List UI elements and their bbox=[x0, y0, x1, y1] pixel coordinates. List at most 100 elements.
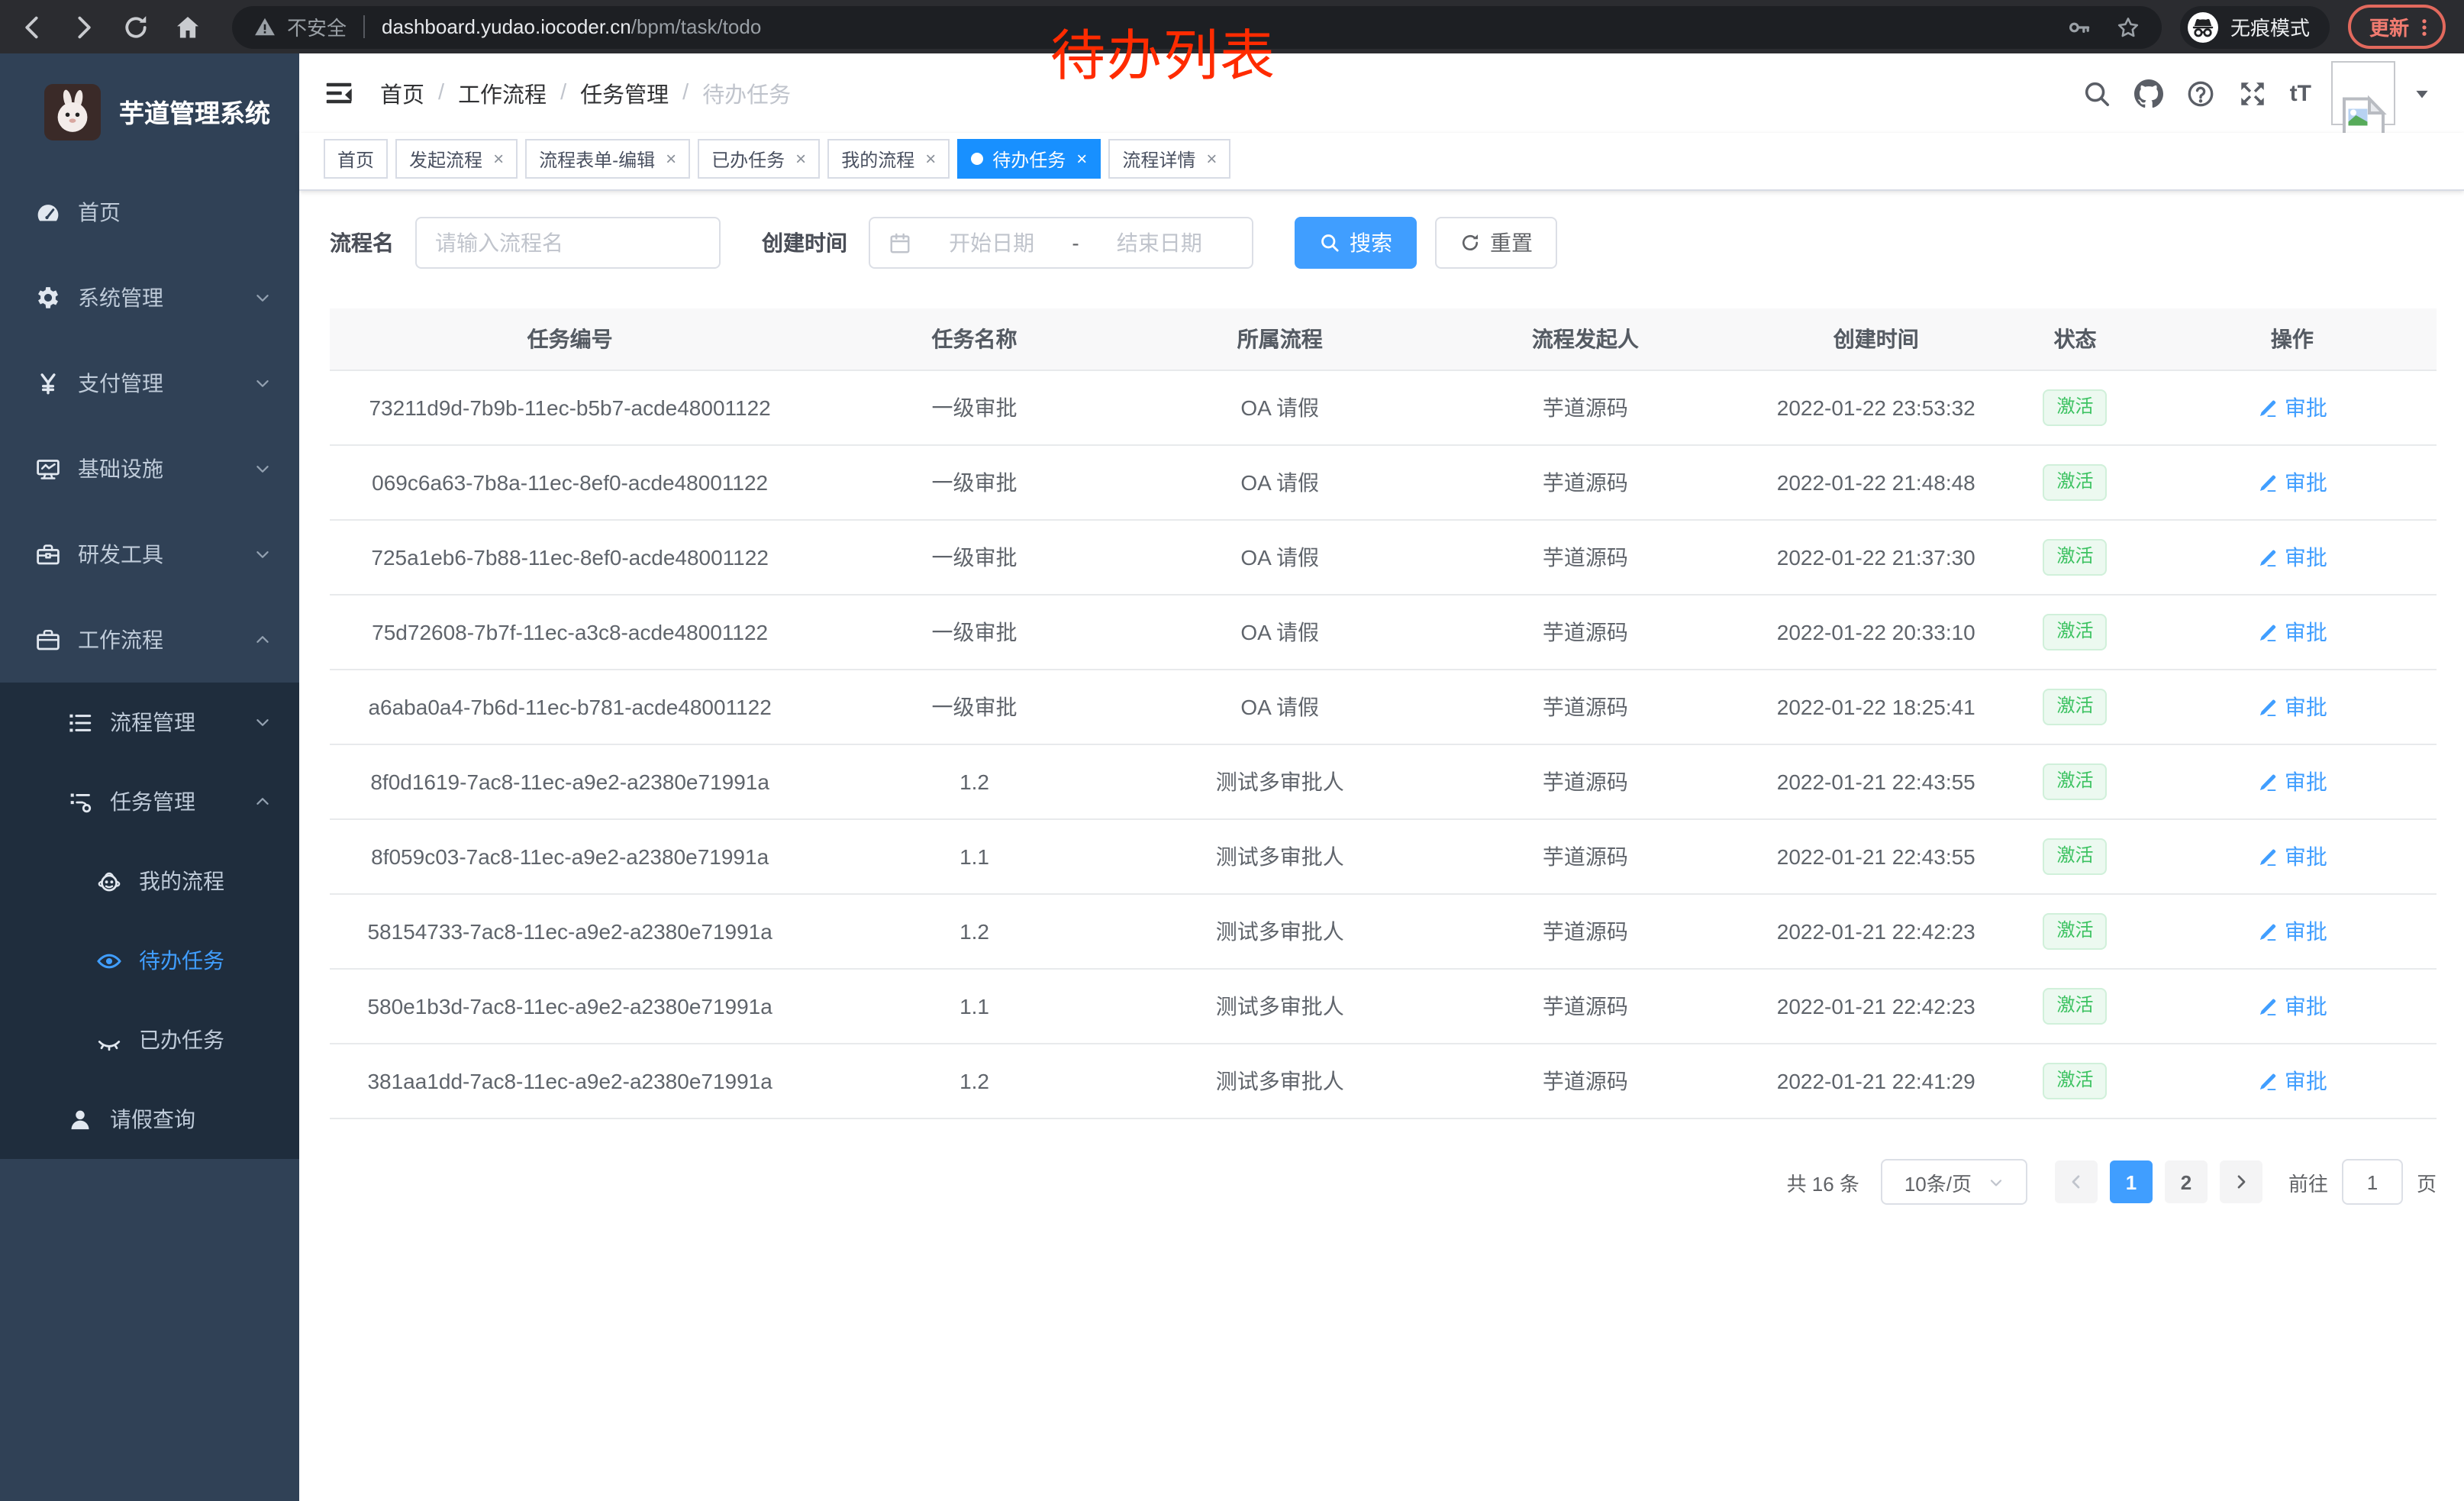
status-cell: 激活 bbox=[2002, 670, 2147, 744]
sidebar-item[interactable]: 任务管理 bbox=[0, 762, 299, 841]
tab[interactable]: 首页 bbox=[324, 139, 388, 179]
star-icon[interactable] bbox=[2116, 15, 2140, 39]
sidebar-item[interactable]: 请假查询 bbox=[0, 1080, 299, 1159]
approve-link[interactable]: 审批 bbox=[2257, 991, 2327, 1022]
logo[interactable]: 芋道管理系统 bbox=[0, 53, 299, 169]
task-id-cell: 580e1b3d-7ac8-11ec-a9e2-a2380e71991a bbox=[330, 969, 810, 1044]
task-name-cell: 一级审批 bbox=[810, 670, 1139, 744]
tab[interactable]: 我的流程× bbox=[827, 139, 950, 179]
sidebar-item[interactable]: 工作流程 bbox=[0, 597, 299, 683]
address-text[interactable]: dashboard.yudao.iocoder.cn/bpm/task/todo bbox=[382, 15, 761, 38]
tab[interactable]: 发起流程× bbox=[395, 139, 518, 179]
tab[interactable]: 待办任务× bbox=[957, 139, 1101, 179]
sidebar-item[interactable]: 流程管理 bbox=[0, 683, 299, 762]
range-separator: - bbox=[1069, 231, 1082, 255]
action-cell: 审批 bbox=[2148, 969, 2437, 1044]
column-header: 所属流程 bbox=[1139, 308, 1421, 370]
task-name-cell: 一级审批 bbox=[810, 595, 1139, 670]
prev-page-button[interactable] bbox=[2055, 1160, 2098, 1203]
close-tab-icon[interactable]: × bbox=[925, 150, 936, 168]
sidebar: 芋道管理系统 首页系统管理支付管理基础设施研发工具工作流程流程管理任务管理我的流… bbox=[0, 53, 299, 1501]
close-tab-icon[interactable]: × bbox=[1076, 150, 1087, 168]
sidebar-item[interactable]: 支付管理 bbox=[0, 341, 299, 426]
approve-link[interactable]: 审批 bbox=[2257, 1066, 2327, 1096]
approve-link[interactable]: 审批 bbox=[2257, 767, 2327, 797]
search-button[interactable]: 搜索 bbox=[1295, 217, 1417, 269]
task-id-cell: 069c6a63-7b8a-11ec-8ef0-acde48001122 bbox=[330, 445, 810, 520]
font-size-icon[interactable]: tT bbox=[2290, 80, 2311, 106]
process-name-input[interactable] bbox=[415, 217, 721, 269]
close-tab-icon[interactable]: × bbox=[795, 150, 806, 168]
approve-link[interactable]: 审批 bbox=[2257, 916, 2327, 947]
sidebar-item[interactable]: 基础设施 bbox=[0, 426, 299, 512]
date-range-picker[interactable]: 开始日期 - 结束日期 bbox=[869, 217, 1253, 269]
sidebar-item[interactable]: 研发工具 bbox=[0, 512, 299, 597]
starter-cell: 芋道源码 bbox=[1421, 894, 1750, 969]
sidebar-item[interactable]: 已办任务 bbox=[0, 1000, 299, 1080]
page-button[interactable]: 2 bbox=[2165, 1160, 2208, 1203]
close-tab-icon[interactable]: × bbox=[666, 150, 676, 168]
breadcrumb-item[interactable]: 任务管理 bbox=[580, 77, 669, 109]
goto-page-input[interactable] bbox=[2342, 1159, 2403, 1205]
sidebar-item[interactable]: 待办任务 bbox=[0, 921, 299, 1000]
status-cell: 激活 bbox=[2002, 744, 2147, 819]
approve-link[interactable]: 审批 bbox=[2257, 467, 2327, 498]
key-icon[interactable] bbox=[2067, 15, 2091, 39]
topbar-actions: tT bbox=[2059, 61, 2430, 125]
column-header: 任务名称 bbox=[810, 308, 1139, 370]
start-date-placeholder[interactable]: 开始日期 bbox=[914, 228, 1069, 258]
task-name-cell: 一级审批 bbox=[810, 445, 1139, 520]
create-time-label: 创建时间 bbox=[762, 228, 847, 258]
starter-cell: 芋道源码 bbox=[1421, 1044, 1750, 1118]
breadcrumb-item[interactable]: 首页 bbox=[380, 77, 424, 109]
search-icon[interactable] bbox=[2082, 79, 2111, 108]
status-badge: 激活 bbox=[2043, 539, 2108, 575]
page-size-select[interactable]: 10条/页 bbox=[1881, 1159, 2027, 1205]
edit-icon bbox=[2257, 472, 2279, 493]
help-icon[interactable] bbox=[2186, 79, 2215, 108]
close-tab-icon[interactable]: × bbox=[1206, 150, 1217, 168]
github-icon[interactable] bbox=[2134, 79, 2163, 108]
avatar[interactable] bbox=[2331, 61, 2395, 125]
sidebar-item[interactable]: 我的流程 bbox=[0, 841, 299, 921]
next-page-button[interactable] bbox=[2220, 1160, 2262, 1203]
approve-link[interactable]: 审批 bbox=[2257, 542, 2327, 573]
eye-icon bbox=[96, 947, 122, 973]
menu-dots-icon[interactable] bbox=[2414, 16, 2435, 37]
fullscreen-icon[interactable] bbox=[2238, 79, 2267, 108]
process-cell: 测试多审批人 bbox=[1139, 894, 1421, 969]
breadcrumb-separator: / bbox=[560, 81, 566, 105]
created-cell: 2022-01-21 22:42:23 bbox=[1750, 894, 2002, 969]
back-icon[interactable] bbox=[18, 13, 46, 40]
chevron-down-icon[interactable] bbox=[2414, 85, 2430, 102]
action-cell: 审批 bbox=[2148, 595, 2437, 670]
sidebar-item[interactable]: 首页 bbox=[0, 169, 299, 255]
reload-icon[interactable] bbox=[122, 13, 150, 40]
action-cell: 审批 bbox=[2148, 894, 2437, 969]
approve-link[interactable]: 审批 bbox=[2257, 841, 2327, 872]
process-cell: 测试多审批人 bbox=[1139, 744, 1421, 819]
collapse-sidebar-icon[interactable] bbox=[324, 78, 354, 108]
starter-cell: 芋道源码 bbox=[1421, 595, 1750, 670]
end-date-placeholder[interactable]: 结束日期 bbox=[1082, 228, 1237, 258]
process-cell: OA 请假 bbox=[1139, 445, 1421, 520]
sidebar-item[interactable]: 系统管理 bbox=[0, 255, 299, 341]
refresh-icon bbox=[1459, 232, 1481, 253]
tab[interactable]: 已办任务× bbox=[698, 139, 820, 179]
tab[interactable]: 流程表单-编辑× bbox=[525, 139, 690, 179]
table-row: 8f0d1619-7ac8-11ec-a9e2-a2380e71991a1.2测… bbox=[330, 744, 2437, 819]
forward-icon[interactable] bbox=[70, 13, 98, 40]
tab[interactable]: 流程详情× bbox=[1108, 139, 1230, 179]
approve-link[interactable]: 审批 bbox=[2257, 692, 2327, 722]
edit-icon bbox=[2257, 996, 2279, 1017]
status-badge: 激活 bbox=[2043, 838, 2108, 874]
update-button[interactable]: 更新 bbox=[2348, 5, 2446, 49]
approve-link[interactable]: 审批 bbox=[2257, 617, 2327, 647]
home-icon[interactable] bbox=[174, 13, 202, 40]
security-label[interactable]: 不安全 bbox=[287, 12, 347, 41]
page-button[interactable]: 1 bbox=[2110, 1160, 2153, 1203]
breadcrumb-item[interactable]: 工作流程 bbox=[458, 77, 547, 109]
approve-link[interactable]: 审批 bbox=[2257, 392, 2327, 423]
reset-button[interactable]: 重置 bbox=[1435, 217, 1557, 269]
close-tab-icon[interactable]: × bbox=[493, 150, 504, 168]
